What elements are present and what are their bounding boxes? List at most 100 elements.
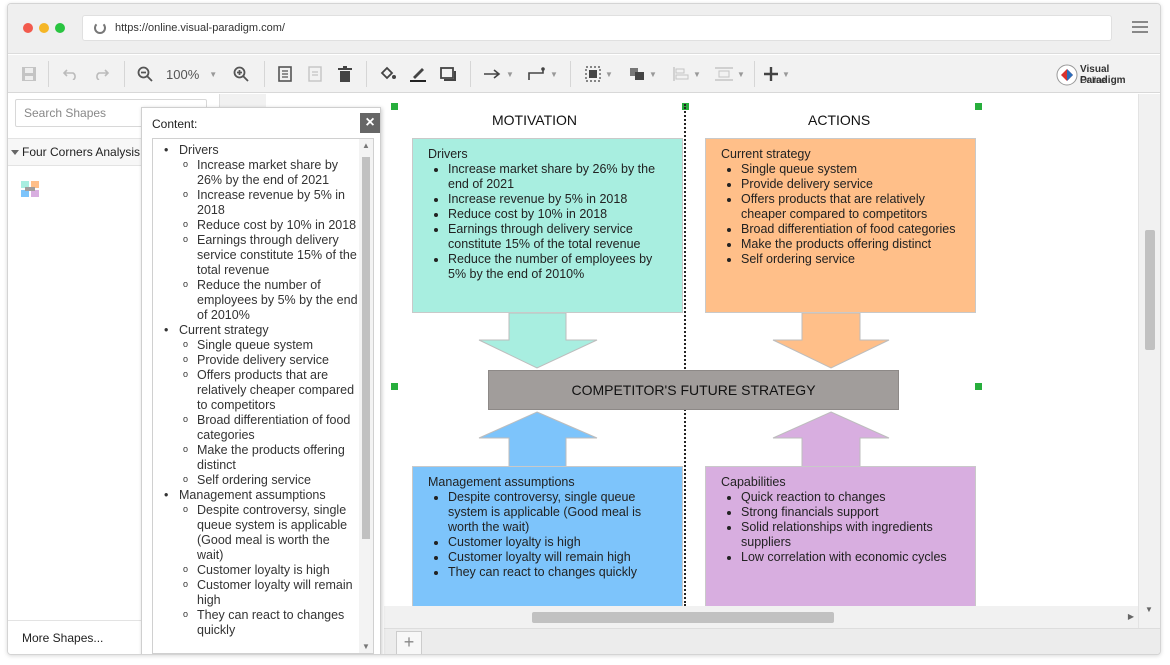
chevron-down-icon: ▼ [693, 69, 701, 79]
scroll-down-arrow-icon[interactable]: ▼ [1145, 605, 1153, 614]
list-item: Self ordering service [741, 252, 965, 267]
list-item: Reduce cost by 10% in 2018 [448, 207, 672, 222]
content-tree: Drivers Increase market share by 26% by … [153, 143, 359, 638]
drivers-arrow [478, 312, 598, 369]
save-button[interactable] [20, 63, 38, 85]
list-item: Customer loyalty is high [448, 535, 672, 550]
diagram-canvas[interactable]: MOTIVATION ACTIONS Drivers Increase mark… [384, 94, 1115, 606]
tree-subitem: Earnings through delivery service consti… [179, 232, 359, 278]
content-editor[interactable]: Drivers Increase market share by 26% by … [152, 138, 374, 654]
list-item: Reduce the number of employees by 5% by … [448, 252, 672, 282]
tree-subitem: Broad differentiation of food categories [179, 412, 359, 443]
scroll-up-arrow-icon[interactable]: ▲ [362, 141, 370, 150]
zoom-in-button[interactable] [232, 63, 250, 85]
panel-scroll-thumb[interactable] [362, 157, 370, 539]
scroll-right-arrow-icon[interactable]: ▶ [1128, 612, 1134, 621]
chevron-down-icon: ▼ [649, 69, 657, 79]
maximize-window-button[interactable] [55, 23, 65, 33]
chevron-down-icon: ▼ [550, 69, 558, 79]
list-item: Increase market share by 26% by the end … [448, 162, 672, 192]
assumptions-list: Despite controversy, single queue system… [428, 490, 672, 580]
connector-style-button[interactable]: ▼ [482, 63, 516, 85]
connector-type-button[interactable]: ▼ [526, 63, 560, 85]
copy-button[interactable] [276, 63, 294, 85]
copy-icon [278, 66, 292, 82]
distribute-button[interactable]: ▼ [712, 63, 748, 85]
list-item: Despite controversy, single queue system… [448, 490, 672, 535]
paint-bucket-icon [380, 66, 396, 80]
list-item: Make the products offering distinct [741, 237, 965, 252]
tree-item: Current strategy Single queue system Pro… [153, 323, 359, 488]
drivers-block[interactable]: Drivers Increase market share by 26% by … [412, 138, 683, 313]
tree-item: Management assumptions Despite controver… [153, 488, 359, 638]
align-button[interactable]: ▼ [670, 63, 704, 85]
visual-paradigm-logo[interactable]: Visual Paradigm Online [1056, 62, 1156, 88]
select-button[interactable]: ▼ [582, 63, 616, 85]
line-color-button[interactable] [408, 63, 428, 85]
tree-subitem: Customer loyalty is high [179, 562, 359, 578]
delete-button[interactable] [336, 63, 354, 85]
vertical-scroll-thumb[interactable] [1145, 230, 1155, 350]
page-tabs-bar: + [384, 628, 1160, 654]
tree-subitem: Reduce the number of employees by 5% by … [179, 277, 359, 323]
capabilities-arrow [772, 411, 890, 468]
chevron-down-icon: ▼ [605, 69, 613, 79]
list-item: Quick reaction to changes [741, 490, 965, 505]
add-page-button[interactable]: + [396, 631, 422, 654]
fill-color-button[interactable] [378, 63, 398, 85]
capabilities-list: Quick reaction to changes Strong financi… [721, 490, 965, 565]
shadow-button[interactable] [438, 63, 458, 85]
paste-button[interactable] [306, 63, 324, 85]
arrange-button[interactable]: ▼ [626, 63, 660, 85]
layers-icon [630, 68, 645, 80]
horizontal-scrollbar[interactable]: ▶ [384, 606, 1138, 628]
scroll-down-arrow-icon[interactable]: ▼ [362, 642, 370, 651]
tree-subitem: Increase revenue by 5% in 2018 [179, 187, 359, 218]
center-strategy-box[interactable]: COMPETITOR'S FUTURE STRATEGY [488, 370, 899, 410]
tree-item-label: Current strategy [179, 323, 269, 337]
tree-subitem: Self ordering service [179, 472, 359, 488]
list-item: Solid relationships with ingredients sup… [741, 520, 965, 550]
undo-icon [63, 69, 76, 80]
reload-icon[interactable] [94, 22, 106, 34]
horizontal-scroll-thumb[interactable] [532, 612, 834, 623]
vertical-scrollbar[interactable]: ▼ [1138, 94, 1160, 630]
tree-subitem: Single queue system [179, 337, 359, 353]
plus-icon [764, 67, 779, 81]
chevron-down-icon: ▼ [506, 69, 514, 79]
list-item: Broad differentiation of food categories [741, 222, 965, 237]
current-strategy-block[interactable]: Current strategy Single queue system Pro… [705, 138, 976, 313]
undo-button[interactable] [62, 63, 80, 85]
brand-logo-icon [1056, 64, 1078, 86]
management-assumptions-block[interactable]: Management assumptions Despite controver… [412, 466, 683, 606]
browser-menu-icon[interactable] [1132, 21, 1148, 35]
four-corners-shape-icon[interactable] [20, 180, 40, 198]
list-item: Low correlation with economic cycles [741, 550, 965, 565]
panel-scrollbar[interactable]: ▲ ▼ [359, 139, 373, 653]
redo-button[interactable] [92, 63, 110, 85]
assumptions-arrow [478, 411, 598, 468]
insert-button[interactable]: ▼ [762, 63, 792, 85]
close-icon[interactable]: × [360, 113, 380, 133]
list-item: Provide delivery service [741, 177, 965, 192]
address-bar[interactable]: https://online.visual-paradigm.com/ [82, 15, 1112, 41]
select-icon [585, 66, 601, 82]
list-item: Earnings through delivery service consti… [448, 222, 672, 252]
tree-subitem: Despite controversy, single queue system… [179, 502, 359, 563]
strategy-title: Current strategy [721, 147, 811, 161]
pen-icon [410, 68, 426, 82]
zoom-out-button[interactable] [136, 63, 154, 85]
browser-window: https://online.visual-paradigm.com/ 100%… [7, 3, 1161, 655]
zoom-select[interactable]: 100% ▼ [166, 63, 224, 85]
list-item: Customer loyalty will remain high [448, 550, 672, 565]
tree-subitem: Offers products that are relatively chea… [179, 367, 359, 413]
list-item: Single queue system [741, 162, 965, 177]
strategy-list: Single queue system Provide delivery ser… [721, 162, 965, 267]
list-item: Increase revenue by 5% in 2018 [448, 192, 672, 207]
minimize-window-button[interactable] [39, 23, 49, 33]
capabilities-block[interactable]: Capabilities Quick reaction to changes S… [705, 466, 976, 606]
elbow-connector-icon [528, 67, 545, 80]
close-window-button[interactable] [23, 23, 33, 33]
brand-subtitle: Online [1080, 75, 1107, 85]
drivers-title: Drivers [428, 147, 468, 161]
